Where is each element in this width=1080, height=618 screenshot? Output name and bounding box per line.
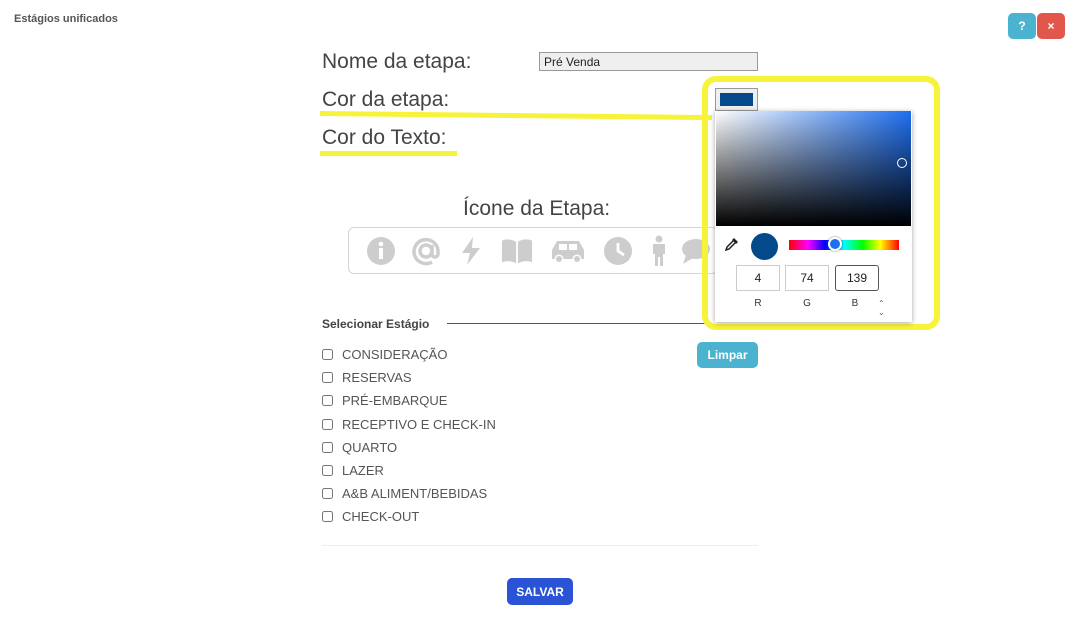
stage-option[interactable]: A&B ALIMENT/BEBIDAS: [322, 482, 496, 505]
at-sign-icon[interactable]: [410, 235, 442, 267]
clear-button[interactable]: Limpar: [697, 342, 758, 368]
icon-selector: [348, 227, 718, 274]
divider: [322, 545, 758, 546]
stage-checkbox[interactable]: [322, 418, 333, 430]
selected-color-preview: [751, 233, 778, 260]
divider: [447, 323, 705, 324]
format-toggle-icon[interactable]: ⌃ ⌄: [878, 299, 885, 317]
page-heading: Estágios unificados: [14, 13, 118, 25]
green-label: G: [803, 298, 811, 309]
highlight-underline: [320, 151, 457, 156]
stage-option-label: PRÉ-EMBARQUE: [342, 393, 448, 409]
clock-icon[interactable]: [602, 235, 634, 267]
info-icon[interactable]: [365, 235, 397, 267]
bolt-icon[interactable]: [455, 235, 487, 267]
stage-checkbox[interactable]: [322, 395, 333, 407]
saturation-area[interactable]: [716, 111, 911, 226]
stage-icon-label: Ícone da Etapa:: [463, 197, 611, 220]
stage-option-label: RESERVAS: [342, 370, 412, 386]
hue-slider-handle[interactable]: [828, 237, 842, 251]
help-button[interactable]: ?: [1008, 13, 1036, 39]
stage-section-title: Selecionar Estágio: [322, 317, 430, 331]
stage-option-label: LAZER: [342, 463, 384, 479]
stage-option[interactable]: LAZER: [322, 459, 496, 482]
stage-option[interactable]: RECEPTIVO E CHECK-IN: [322, 413, 496, 436]
stage-option[interactable]: QUARTO: [322, 436, 496, 459]
stage-checkbox[interactable]: [322, 441, 333, 453]
stage-option-label: A&B ALIMENT/BEBIDAS: [342, 486, 488, 502]
red-label: R: [754, 298, 762, 309]
close-button[interactable]: ×: [1037, 13, 1065, 39]
stage-name-label: Nome da etapa:: [322, 50, 472, 73]
saturation-handle[interactable]: [897, 158, 907, 168]
stage-option[interactable]: PRÉ-EMBARQUE: [322, 389, 496, 412]
stage-checkbox[interactable]: [322, 349, 333, 361]
text-color-label: Cor do Texto:: [322, 126, 447, 149]
stage-option-label: CHECK-OUT: [342, 509, 420, 525]
stage-option[interactable]: CONSIDERAÇÃO: [322, 343, 496, 366]
stage-color-swatch[interactable]: [715, 88, 758, 111]
car-icon[interactable]: [549, 235, 587, 267]
blue-input[interactable]: [835, 265, 879, 291]
stage-checkbox-list: CONSIDERAÇÃO RESERVAS PRÉ-EMBARQUE RECEP…: [322, 343, 496, 529]
green-input[interactable]: [785, 265, 829, 291]
color-picker-popup: R G B ⌃⌄: [715, 111, 912, 322]
stage-option[interactable]: CHECK-OUT: [322, 505, 496, 528]
stage-option[interactable]: RESERVAS: [322, 366, 496, 389]
blue-label: B: [851, 298, 859, 309]
stage-option-label: QUARTO: [342, 439, 398, 455]
stage-option-label: CONSIDERAÇÃO: [342, 347, 448, 363]
stage-color-label: Cor da etapa:: [322, 88, 450, 111]
stage-checkbox[interactable]: [322, 511, 333, 523]
stage-checkbox[interactable]: [322, 488, 333, 500]
book-icon[interactable]: [501, 235, 533, 267]
highlight-underline: [319, 111, 713, 121]
person-icon[interactable]: [643, 235, 675, 267]
stage-option-label: RECEPTIVO E CHECK-IN: [342, 416, 496, 432]
red-input[interactable]: [736, 265, 780, 291]
stage-checkbox[interactable]: [322, 465, 333, 477]
eyedropper-icon[interactable]: [724, 237, 739, 256]
stage-checkbox[interactable]: [322, 372, 333, 384]
color-swatch-fill: [720, 93, 753, 106]
hue-slider[interactable]: [789, 240, 899, 250]
save-button[interactable]: SALVAR: [507, 578, 573, 605]
stage-name-input[interactable]: [539, 52, 758, 71]
